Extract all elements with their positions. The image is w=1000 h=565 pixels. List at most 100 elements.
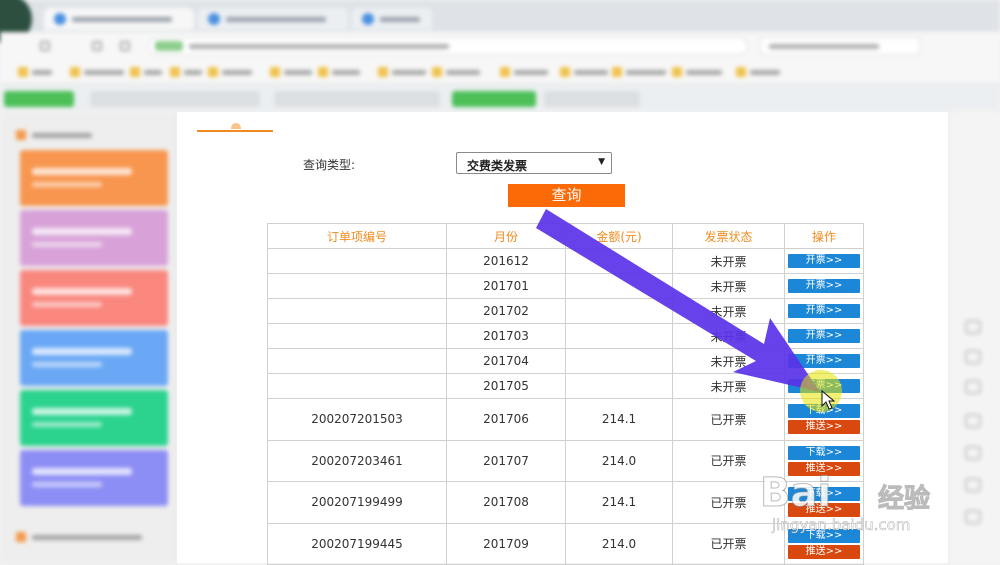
active-tab-underline: [197, 130, 273, 132]
table-row: 201704 未开票 开票>>: [267, 348, 864, 374]
sidebar-card[interactable]: [20, 330, 168, 386]
toolbar-icon[interactable]: [965, 380, 981, 394]
actions-cell: 开票>>: [784, 248, 864, 274]
order-id-cell: 200207201503: [267, 398, 447, 441]
sidebar-card[interactable]: [20, 150, 168, 206]
table-row: 201703 未开票 开票>>: [267, 323, 864, 349]
order-id-cell: [267, 248, 447, 274]
status-cell: 未开票: [672, 348, 785, 374]
actions-cell: 开票>>: [784, 273, 864, 299]
column-header-month: 月份: [446, 223, 566, 249]
column-header-order-id: 订单项编号: [267, 223, 447, 249]
bookmarks-bar: [0, 60, 1000, 84]
order-id-cell: [267, 373, 447, 399]
active-tab-indicator: [231, 123, 241, 129]
order-id-cell: [267, 348, 447, 374]
amount-cell: [565, 373, 673, 399]
issue-invoice-button[interactable]: 开票>>: [788, 279, 860, 293]
toolbar-icon[interactable]: [965, 510, 981, 524]
status-cell: 未开票: [672, 273, 785, 299]
table-header-row: 订单项编号 月份 金额(元) 发票状态 操作: [267, 223, 864, 249]
issue-invoice-button[interactable]: 开票>>: [788, 254, 860, 268]
lock-icon: [155, 41, 183, 51]
amount-cell: 214.1: [565, 481, 673, 524]
order-id-cell: [267, 323, 447, 349]
table-row: 201702 未开票 开票>>: [267, 298, 864, 324]
toolbar-icon[interactable]: [965, 446, 981, 460]
status-cell: 未开票: [672, 248, 785, 274]
month-cell: 201709: [446, 522, 566, 565]
sidebar-header: [16, 128, 156, 142]
amount-cell: [565, 298, 673, 324]
sidebar-card[interactable]: [20, 390, 168, 446]
order-id-cell: 200207199445: [267, 522, 447, 565]
table-row: 201701 未开票 开票>>: [267, 273, 864, 299]
month-cell: 201701: [446, 273, 566, 299]
actions-cell: 开票>>: [784, 373, 864, 399]
month-cell: 201708: [446, 481, 566, 524]
month-cell: 201704: [446, 348, 566, 374]
column-header-amount: 金额(元): [565, 223, 673, 249]
status-cell: 未开票: [672, 298, 785, 324]
back-icon[interactable]: [40, 41, 50, 51]
download-button[interactable]: 下载>>: [788, 404, 860, 419]
month-cell: 201707: [446, 439, 566, 482]
actions-cell: 开票>>: [784, 298, 864, 324]
amount-cell: [565, 273, 673, 299]
menu-icon: [16, 130, 26, 140]
browser-tab[interactable]: [44, 8, 194, 30]
baidu-jingyan-watermark: Bai 经验 jingyan.baidu.com: [759, 470, 960, 550]
month-cell: 201702: [446, 298, 566, 324]
watermark-brand-cn: 经验: [877, 484, 931, 515]
query-type-select[interactable]: 交费类发票 ▼: [456, 152, 612, 174]
site-nav-item[interactable]: [452, 91, 536, 107]
reload-icon[interactable]: [92, 41, 102, 51]
issue-invoice-button[interactable]: 开票>>: [788, 329, 860, 343]
query-type-label: 查询类型:: [303, 158, 356, 172]
toolbar-icon[interactable]: [965, 478, 981, 492]
site-nav-item[interactable]: [4, 91, 74, 107]
address-bar: [0, 32, 1000, 60]
toolbar-icon[interactable]: [965, 320, 981, 334]
browser-search-input[interactable]: [760, 37, 920, 55]
status-cell: 已开票: [672, 398, 785, 441]
site-nav-item[interactable]: [544, 91, 640, 107]
site-nav-bar: [0, 84, 1000, 112]
url-input[interactable]: [148, 37, 748, 55]
home-icon[interactable]: [120, 41, 130, 51]
sidebar-card[interactable]: [20, 270, 168, 326]
issue-invoice-button[interactable]: 开票>>: [788, 304, 860, 318]
sidebar-footer: [16, 530, 166, 544]
month-cell: 201705: [446, 373, 566, 399]
order-id-cell: [267, 273, 447, 299]
issue-invoice-button[interactable]: 开票>>: [788, 379, 860, 393]
order-id-cell: 200207199499: [267, 481, 447, 524]
push-button[interactable]: 推送>>: [788, 420, 860, 435]
query-button[interactable]: 查询: [508, 184, 625, 207]
query-type-value: 交费类发票: [467, 159, 528, 173]
browser-tab-bar: [0, 0, 1000, 44]
browser-tab[interactable]: [198, 8, 348, 30]
issue-invoice-button[interactable]: 开票>>: [788, 354, 860, 368]
site-nav-item[interactable]: [90, 91, 260, 107]
amount-cell: [565, 323, 673, 349]
amount-cell: [565, 248, 673, 274]
table-row: 200207201503 201706 214.1 已开票 下载>> 推送>>: [267, 398, 864, 441]
actions-cell: 开票>>: [784, 323, 864, 349]
table-row: 201705 未开票 开票>>: [267, 373, 864, 399]
column-header-actions: 操作: [784, 223, 864, 249]
order-id-cell: 200207203461: [267, 439, 447, 482]
browser-tab[interactable]: [352, 8, 432, 30]
column-header-status: 发票状态: [672, 223, 785, 249]
browser-chrome: [0, 0, 1000, 112]
sidebar-card[interactable]: [20, 450, 168, 506]
site-nav-item[interactable]: [274, 91, 440, 107]
sidebar-card[interactable]: [20, 210, 168, 266]
status-cell: 未开票: [672, 373, 785, 399]
actions-cell: 开票>>: [784, 348, 864, 374]
toolbar-icon[interactable]: [965, 350, 981, 364]
watermark-brand: Bai: [759, 470, 832, 517]
month-cell: 201703: [446, 323, 566, 349]
toolbar-icon[interactable]: [965, 414, 981, 428]
download-button[interactable]: 下载>>: [788, 445, 860, 460]
